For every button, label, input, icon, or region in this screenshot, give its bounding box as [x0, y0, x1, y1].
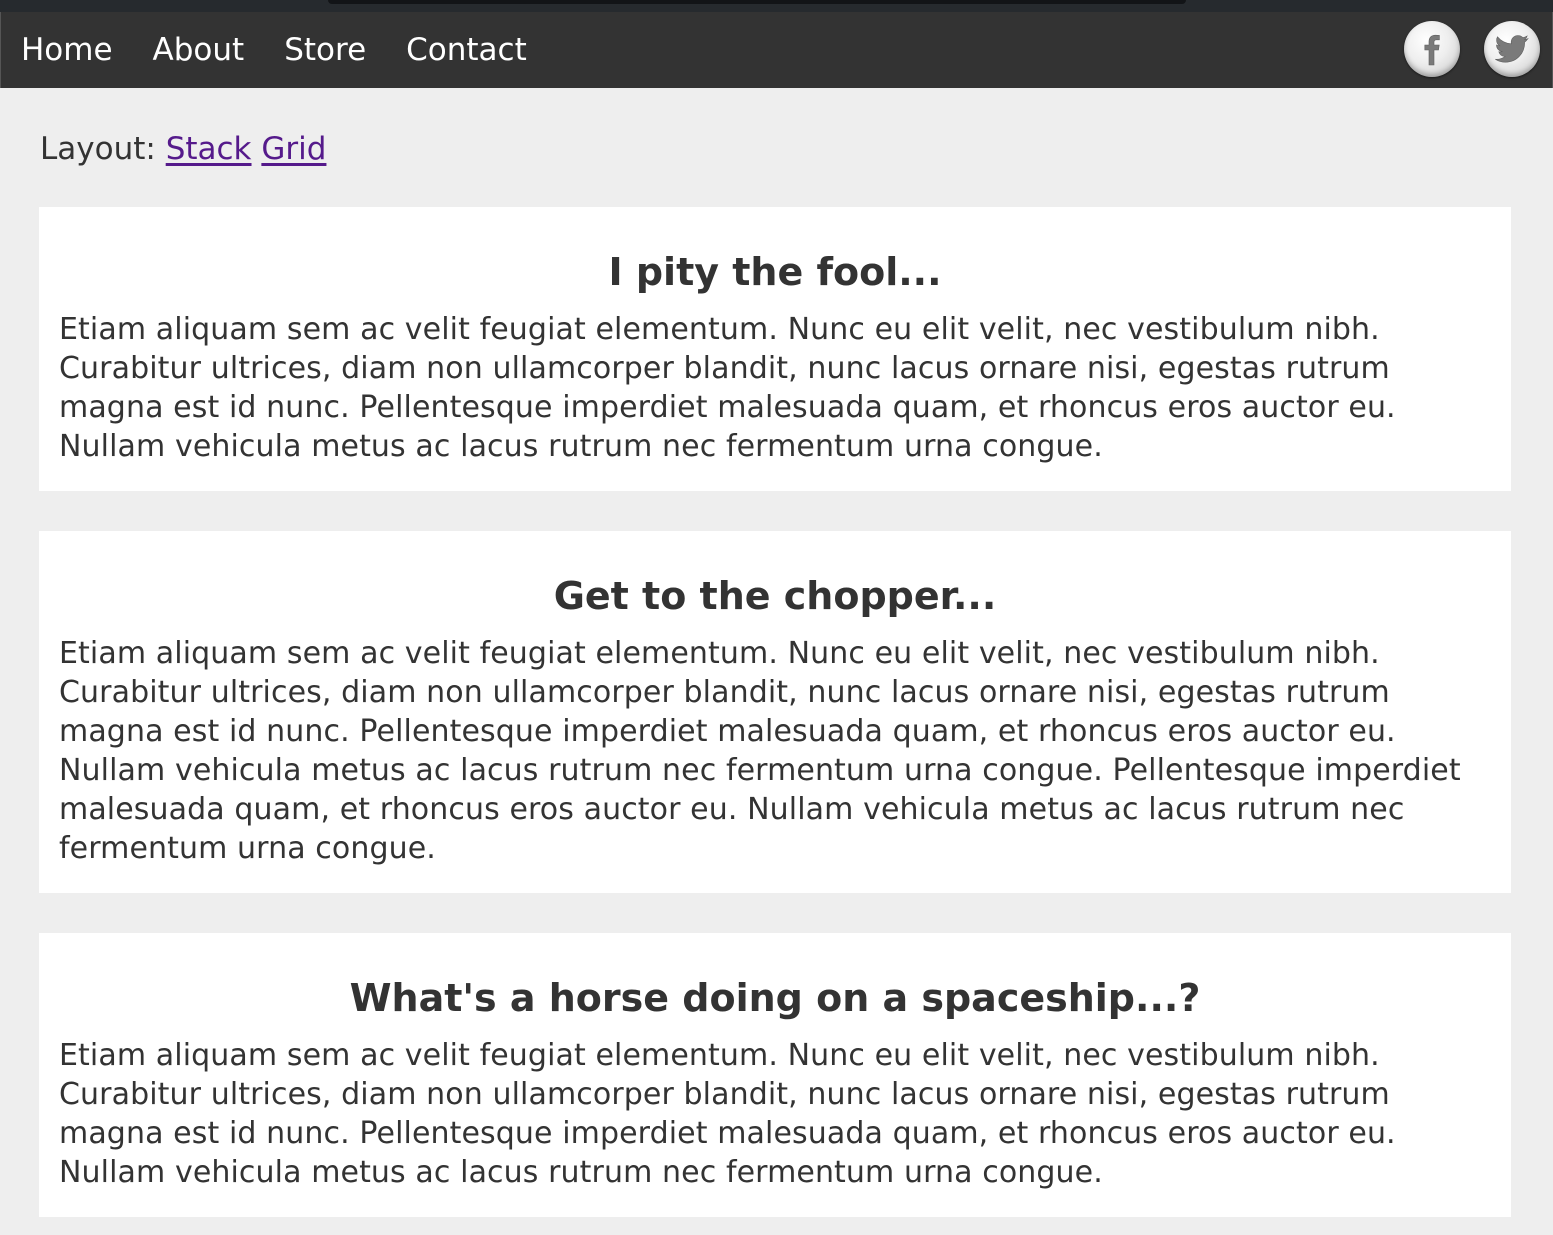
browser-top-strip	[0, 0, 1553, 12]
twitter-button[interactable]	[1484, 21, 1540, 77]
nav-link-store[interactable]: Store	[284, 12, 366, 88]
layout-option-grid[interactable]: Grid	[261, 131, 326, 167]
nav-link-about[interactable]: About	[153, 12, 245, 88]
article-card: I pity the fool... Etiam aliquam sem ac …	[39, 207, 1511, 491]
article-body: Etiam aliquam sem ac velit feugiat eleme…	[59, 312, 1396, 464]
facebook-button[interactable]	[1404, 21, 1460, 77]
article-title: I pity the fool...	[608, 250, 942, 294]
article-body: Etiam aliquam sem ac velit feugiat eleme…	[59, 1038, 1396, 1190]
article-body: Etiam aliquam sem ac velit feugiat eleme…	[59, 636, 1461, 866]
twitter-icon	[1495, 35, 1529, 63]
layout-switcher: Layout: Stack Grid	[40, 128, 326, 170]
article-card: What's a horse doing on a spaceship...? …	[39, 933, 1511, 1217]
nav-links: Home About Store Contact	[21, 12, 567, 88]
layout-option-stack[interactable]: Stack	[166, 131, 252, 167]
article-card: Get to the chopper... Etiam aliquam sem …	[39, 531, 1511, 893]
layout-label: Layout:	[40, 131, 156, 167]
browser-notch	[328, 0, 1186, 4]
article-title: Get to the chopper...	[553, 574, 997, 618]
nav-link-contact[interactable]: Contact	[406, 12, 527, 88]
facebook-icon	[1424, 34, 1440, 66]
nav-link-home[interactable]: Home	[21, 12, 113, 88]
navbar: Home About Store Contact	[0, 12, 1553, 88]
article-title: What's a horse doing on a spaceship...?	[349, 976, 1201, 1020]
